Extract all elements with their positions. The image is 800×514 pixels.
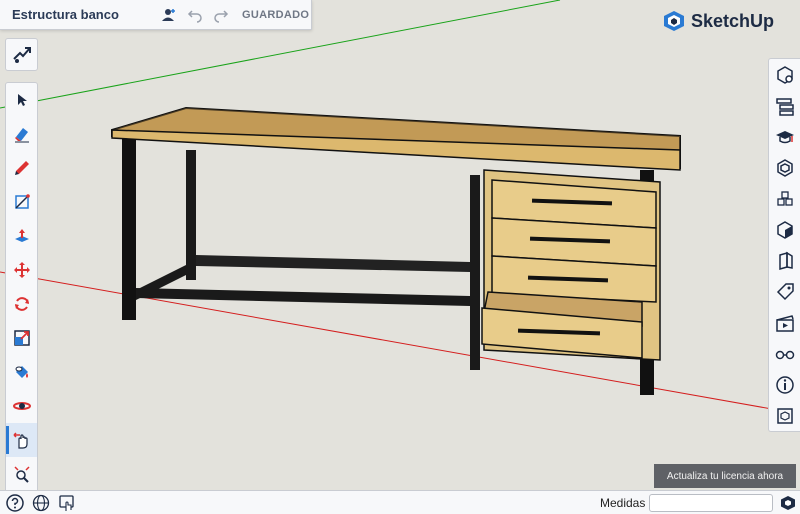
zoom-extents-tool[interactable] xyxy=(6,457,37,491)
scale-tool[interactable] xyxy=(6,321,37,355)
display-panel-button[interactable] xyxy=(769,245,800,276)
instructor-icon xyxy=(775,130,794,143)
model-viewport[interactable] xyxy=(0,0,800,514)
model-canvas xyxy=(0,0,800,415)
sketchup-logo: SketchUp xyxy=(663,10,774,32)
screen-touch-icon[interactable] xyxy=(56,492,78,514)
measurements-input[interactable] xyxy=(649,494,773,512)
measurements-label: Medidas xyxy=(600,496,646,510)
zoom-extents-icon xyxy=(13,466,30,483)
eraser-tool[interactable] xyxy=(6,117,37,151)
rectangle-tool[interactable] xyxy=(6,185,37,219)
select-tool[interactable] xyxy=(6,83,37,117)
entity-info-panel-button[interactable] xyxy=(769,183,800,214)
help-icon[interactable] xyxy=(4,492,26,514)
undo-icon[interactable] xyxy=(186,6,204,24)
tags-icon xyxy=(776,282,794,300)
eraser-icon xyxy=(14,128,29,143)
back-left-leg xyxy=(186,150,196,280)
orbit-icon xyxy=(12,402,31,410)
styles-panel-button[interactable] xyxy=(769,338,800,369)
materials-panel-button[interactable] xyxy=(769,152,800,183)
move-tool[interactable] xyxy=(6,253,37,287)
scenes-panel-icon xyxy=(775,314,794,332)
display-icon xyxy=(778,251,793,270)
back-rail xyxy=(196,255,470,272)
scale-icon xyxy=(13,330,30,346)
push-pull-icon xyxy=(14,229,29,242)
right-panel-toolbar xyxy=(768,58,800,432)
move-icon xyxy=(13,262,30,278)
desk-model[interactable] xyxy=(111,106,681,395)
orbit-tool[interactable] xyxy=(6,389,37,423)
front-rail xyxy=(136,288,470,306)
instructor-panel-button[interactable] xyxy=(769,121,800,152)
upgrade-license-banner[interactable]: Actualiza tu licencia ahora xyxy=(654,464,796,488)
document-title[interactable]: Estructura banco xyxy=(12,7,152,22)
components-icon xyxy=(776,65,793,84)
status-bar: Medidas xyxy=(0,490,800,514)
pan-icon xyxy=(12,432,28,449)
rotate-icon xyxy=(14,297,29,311)
globe-icon[interactable] xyxy=(30,492,52,514)
materials-icon xyxy=(776,158,793,177)
info-icon xyxy=(775,375,794,394)
3d-warehouse-panel-button[interactable] xyxy=(769,400,800,431)
pencil-icon xyxy=(14,161,29,175)
paint-bucket-icon xyxy=(15,366,28,378)
outliner-icon xyxy=(775,97,794,116)
share-user-icon[interactable] xyxy=(160,6,178,24)
title-bar: Estructura banco GUARDADO xyxy=(0,0,312,30)
components-panel-button[interactable] xyxy=(769,59,800,90)
info-panel-button[interactable] xyxy=(769,369,800,400)
entity-info-icon xyxy=(776,190,793,206)
select-icon xyxy=(17,94,27,106)
rectangle-icon xyxy=(14,194,30,209)
paint-bucket-tool[interactable] xyxy=(6,355,37,389)
left-toolbar xyxy=(5,82,38,494)
scenes-icon xyxy=(12,46,31,63)
red-axis xyxy=(0,271,800,415)
tags-panel-button[interactable] xyxy=(769,276,800,307)
redo-icon[interactable] xyxy=(212,6,230,24)
save-status: GUARDADO xyxy=(242,8,310,21)
views-icon xyxy=(776,220,793,239)
sketchup-logo-icon xyxy=(663,11,684,31)
3d-warehouse-icon xyxy=(776,407,793,424)
brand-name: SketchUp xyxy=(690,10,774,31)
styles-icon xyxy=(775,350,794,359)
sketchup-status-icon[interactable] xyxy=(780,495,796,511)
pan-tool[interactable] xyxy=(6,423,37,457)
push-pull-tool[interactable] xyxy=(6,219,37,253)
scenes-tool-button[interactable] xyxy=(5,38,38,71)
outliner-panel-button[interactable] xyxy=(769,90,800,121)
scenes-panel-button[interactable] xyxy=(769,307,800,338)
rotate-tool[interactable] xyxy=(6,287,37,321)
back-right-leg xyxy=(470,175,480,370)
pencil-tool[interactable] xyxy=(6,151,37,185)
views-panel-button[interactable] xyxy=(769,214,800,245)
front-left-leg xyxy=(122,138,136,320)
